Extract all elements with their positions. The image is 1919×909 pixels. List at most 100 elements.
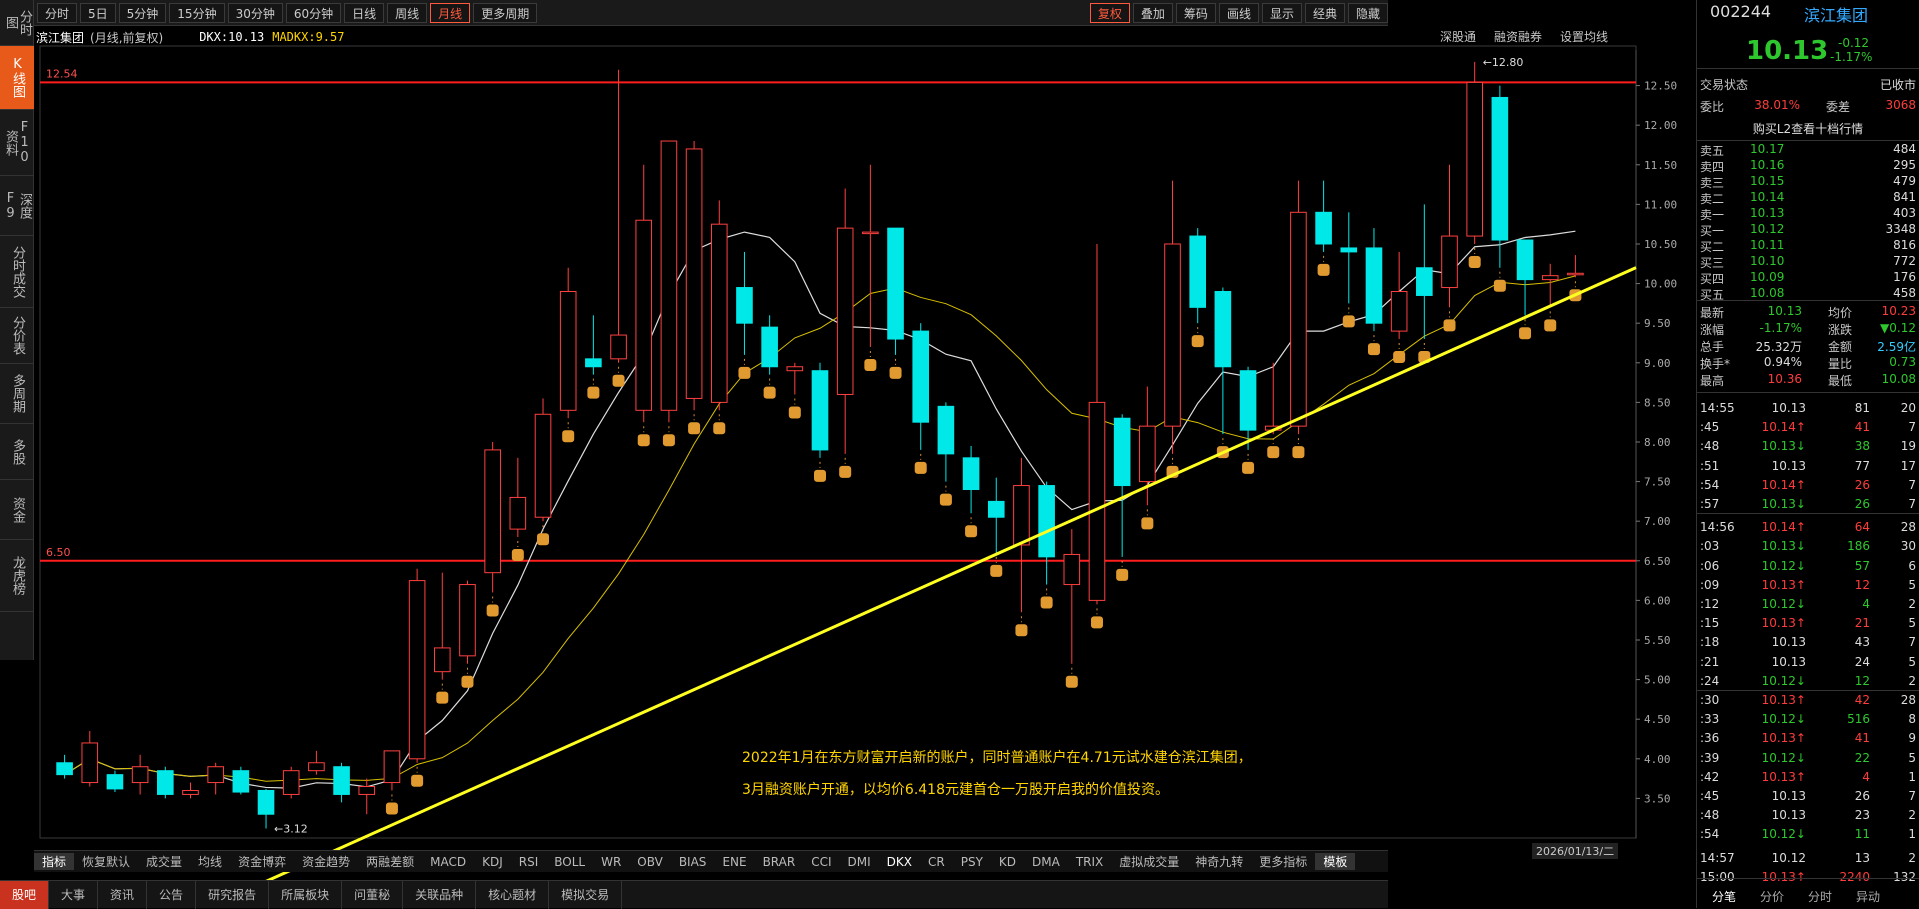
tick-price: 10.14↑ <box>1761 477 1806 492</box>
tick-time: :45 <box>1700 420 1720 435</box>
candle-body <box>685 148 703 399</box>
indicator-7[interactable]: MACD <box>422 855 474 869</box>
candle-body <box>1541 275 1559 281</box>
quote-tab-0[interactable]: 分笔 <box>1712 888 1736 905</box>
bottom-tab-6[interactable]: 问董秘 <box>342 880 404 909</box>
t-signal-marker <box>461 675 474 688</box>
quote-tab-1[interactable]: 分价 <box>1760 888 1784 905</box>
indicator-25[interactable]: 神奇九转 <box>1187 853 1251 870</box>
y-tick-label: 3.50 <box>1644 792 1671 805</box>
bottom-tab-8[interactable]: 核心题材 <box>476 880 550 909</box>
stat-value2: 0.73 <box>1889 355 1916 369</box>
quote-tab-3[interactable]: 异动 <box>1856 888 1880 905</box>
indicator-12[interactable]: OBV <box>629 855 671 869</box>
quote-tab-2[interactable]: 分时 <box>1808 888 1832 905</box>
y-tick-label: 12.00 <box>1644 119 1677 132</box>
indicator-21[interactable]: KD <box>991 855 1024 869</box>
indicator-3[interactable]: 均线 <box>190 853 230 870</box>
t-signal-marker <box>637 434 650 447</box>
indicator-11[interactable]: WR <box>593 855 629 869</box>
indicator-14[interactable]: ENE <box>714 855 754 869</box>
candle-body <box>232 770 250 793</box>
indicator-2[interactable]: 成交量 <box>138 853 190 870</box>
bottom-tab-3[interactable]: 公告 <box>147 880 197 909</box>
bottom-tab-0[interactable]: 股吧 <box>0 880 50 909</box>
tick-vol: 4 <box>1862 769 1870 784</box>
indicator-24[interactable]: 虚拟成交量 <box>1111 853 1187 870</box>
margin-link[interactable]: 融资融券 <box>1494 28 1542 45</box>
indicator-10[interactable]: BOLL <box>546 855 593 869</box>
tick-num: 6 <box>1908 558 1916 573</box>
indicator-9[interactable]: RSI <box>511 855 547 869</box>
ma-setting-link[interactable]: 设置均线 <box>1560 28 1608 45</box>
tick-price: 10.13↓ <box>1761 539 1806 554</box>
tick-num: 30 <box>1900 539 1916 554</box>
candle-body <box>1441 235 1458 289</box>
stat-value2: 2.59亿 <box>1877 340 1916 354</box>
indicator-13[interactable]: BIAS <box>671 855 715 869</box>
tick-time: :54 <box>1700 827 1720 842</box>
tick-num: 5 <box>1908 616 1916 631</box>
indicator-6[interactable]: 两融差额 <box>358 853 422 870</box>
bottom-tab-2[interactable]: 资讯 <box>98 880 148 909</box>
t-signal-marker <box>662 434 675 447</box>
indicator-18[interactable]: DKX <box>879 855 920 869</box>
candle-body <box>433 647 451 673</box>
tick-time: :12 <box>1700 597 1720 611</box>
indicator-1[interactable]: 恢复默认 <box>74 853 138 870</box>
tick-row: :30 10.13↑ 42 28 <box>1700 693 1916 707</box>
divider <box>1697 140 1919 141</box>
tick-vol: 42 <box>1854 693 1870 707</box>
indicator-20[interactable]: PSY <box>953 855 991 869</box>
ma-yellow-line <box>64 275 1576 782</box>
tick-time: :48 <box>1700 439 1720 454</box>
tick-num: 2 <box>1908 850 1916 865</box>
indicator-19[interactable]: CR <box>920 855 953 869</box>
madkx-label: MADKX:9.57 <box>272 30 345 44</box>
candle-body <box>1038 485 1055 558</box>
ask-row: 卖五 10.17 484 <box>1700 142 1916 159</box>
indicator-27[interactable]: 模板 <box>1315 853 1356 870</box>
indicator-26[interactable]: 更多指标 <box>1251 853 1315 870</box>
tick-num: 1 <box>1908 827 1916 842</box>
stat-row: 最高 10.36 最低 10.08 <box>1700 372 1916 389</box>
indicator-22[interactable]: DMA <box>1024 855 1068 869</box>
min-price-label: ←3.12 <box>274 822 308 835</box>
bid-price: 10.09 <box>1750 270 1785 284</box>
indicator-15[interactable]: BRAR <box>755 855 804 869</box>
bottom-tab-4[interactable]: 研究报告 <box>196 880 270 909</box>
hline-label: 6.50 <box>46 546 71 559</box>
stat-label2: 均价 <box>1827 306 1852 320</box>
t-signal-marker <box>1242 461 1255 474</box>
divider <box>1697 878 1919 879</box>
t-signal-marker <box>411 774 424 787</box>
hk-connect-link[interactable]: 深股通 <box>1440 28 1476 45</box>
bottom-tab-1[interactable]: 大事 <box>49 880 99 909</box>
candle-body <box>559 291 577 411</box>
candle-body <box>1390 291 1408 332</box>
indicator-0[interactable]: 指标 <box>34 853 75 870</box>
indicator-23[interactable]: TRIX <box>1068 855 1111 869</box>
candle-body <box>333 766 350 795</box>
bottom-tab-5[interactable]: 所属板块 <box>269 880 343 909</box>
indicator-4[interactable]: 资金博弈 <box>230 853 294 870</box>
indicator-5[interactable]: 资金趋势 <box>294 853 358 870</box>
t-signal-marker <box>1544 319 1557 332</box>
indicator-8[interactable]: KDJ <box>474 855 511 869</box>
tick-price: 10.12↓ <box>1761 558 1806 573</box>
candle-body <box>1290 211 1307 427</box>
tick-num: 132 <box>1893 869 1916 884</box>
t-signal-marker <box>889 366 902 379</box>
indicator-17[interactable]: DMI <box>840 855 879 869</box>
bottom-tab-7[interactable]: 关联品种 <box>403 880 477 909</box>
ask-vol: 295 <box>1893 158 1916 172</box>
indicator-16[interactable]: CCI <box>803 855 839 869</box>
y-tick-label: 11.00 <box>1644 198 1677 211</box>
stat-label2: 金额 <box>1827 340 1852 354</box>
bottom-tab-9[interactable]: 模拟交易 <box>549 880 623 909</box>
tick-price: 10.14↑ <box>1761 520 1806 535</box>
tick-time: 14:56 <box>1700 520 1735 535</box>
t-signal-marker <box>1065 675 1078 688</box>
y-tick-label: 5.50 <box>1644 634 1671 647</box>
candle-body <box>1416 267 1433 296</box>
